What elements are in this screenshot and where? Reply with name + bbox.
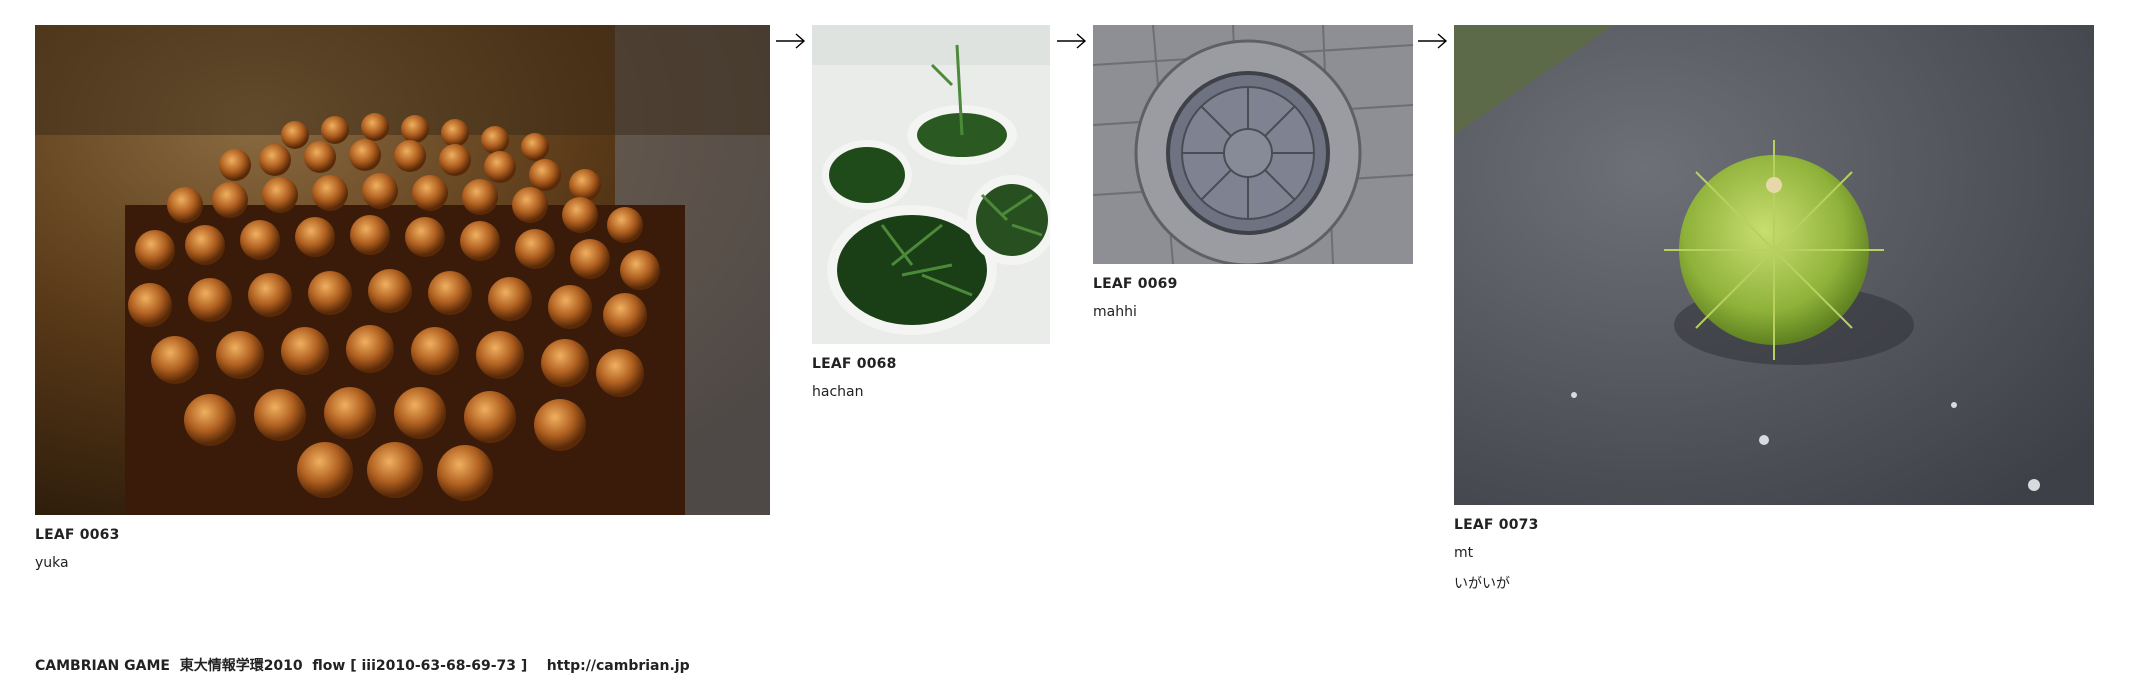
- leaf-id: LEAF 0073: [1454, 517, 1539, 533]
- chestnut-burr-photo[interactable]: [1454, 25, 2094, 505]
- leaf-id: LEAF 0063: [35, 527, 120, 543]
- leaf-0069: LEAF 0069 mahhi: [1093, 25, 1413, 320]
- wooden-chopsticks-photo[interactable]: [35, 25, 770, 515]
- footer-flow-info: CAMBRIAN GAME 東大情報学環2010 flow [ iii2010-…: [35, 658, 690, 674]
- leaf-author[interactable]: hachan: [812, 384, 1050, 400]
- leaf-author[interactable]: mt: [1454, 545, 2094, 561]
- leaf-0068: LEAF 0068 hachan: [812, 25, 1050, 400]
- leaf-author[interactable]: mahhi: [1093, 304, 1413, 320]
- right-arrow-icon: [776, 31, 806, 51]
- leaf-id: LEAF 0069: [1093, 276, 1178, 292]
- potted-plants-photo[interactable]: [812, 25, 1050, 344]
- manhole-cover-photo[interactable]: [1093, 25, 1413, 264]
- leaf-author[interactable]: yuka: [35, 555, 770, 571]
- leaf-id: LEAF 0068: [812, 356, 897, 372]
- leaf-note: いがいが: [1454, 576, 1510, 592]
- right-arrow-icon: [1057, 31, 1087, 51]
- leaf-0063: LEAF 0063 yuka: [35, 25, 770, 571]
- leaf-0073: LEAF 0073 mt いがいが: [1454, 25, 2094, 593]
- right-arrow-icon: [1418, 31, 1448, 51]
